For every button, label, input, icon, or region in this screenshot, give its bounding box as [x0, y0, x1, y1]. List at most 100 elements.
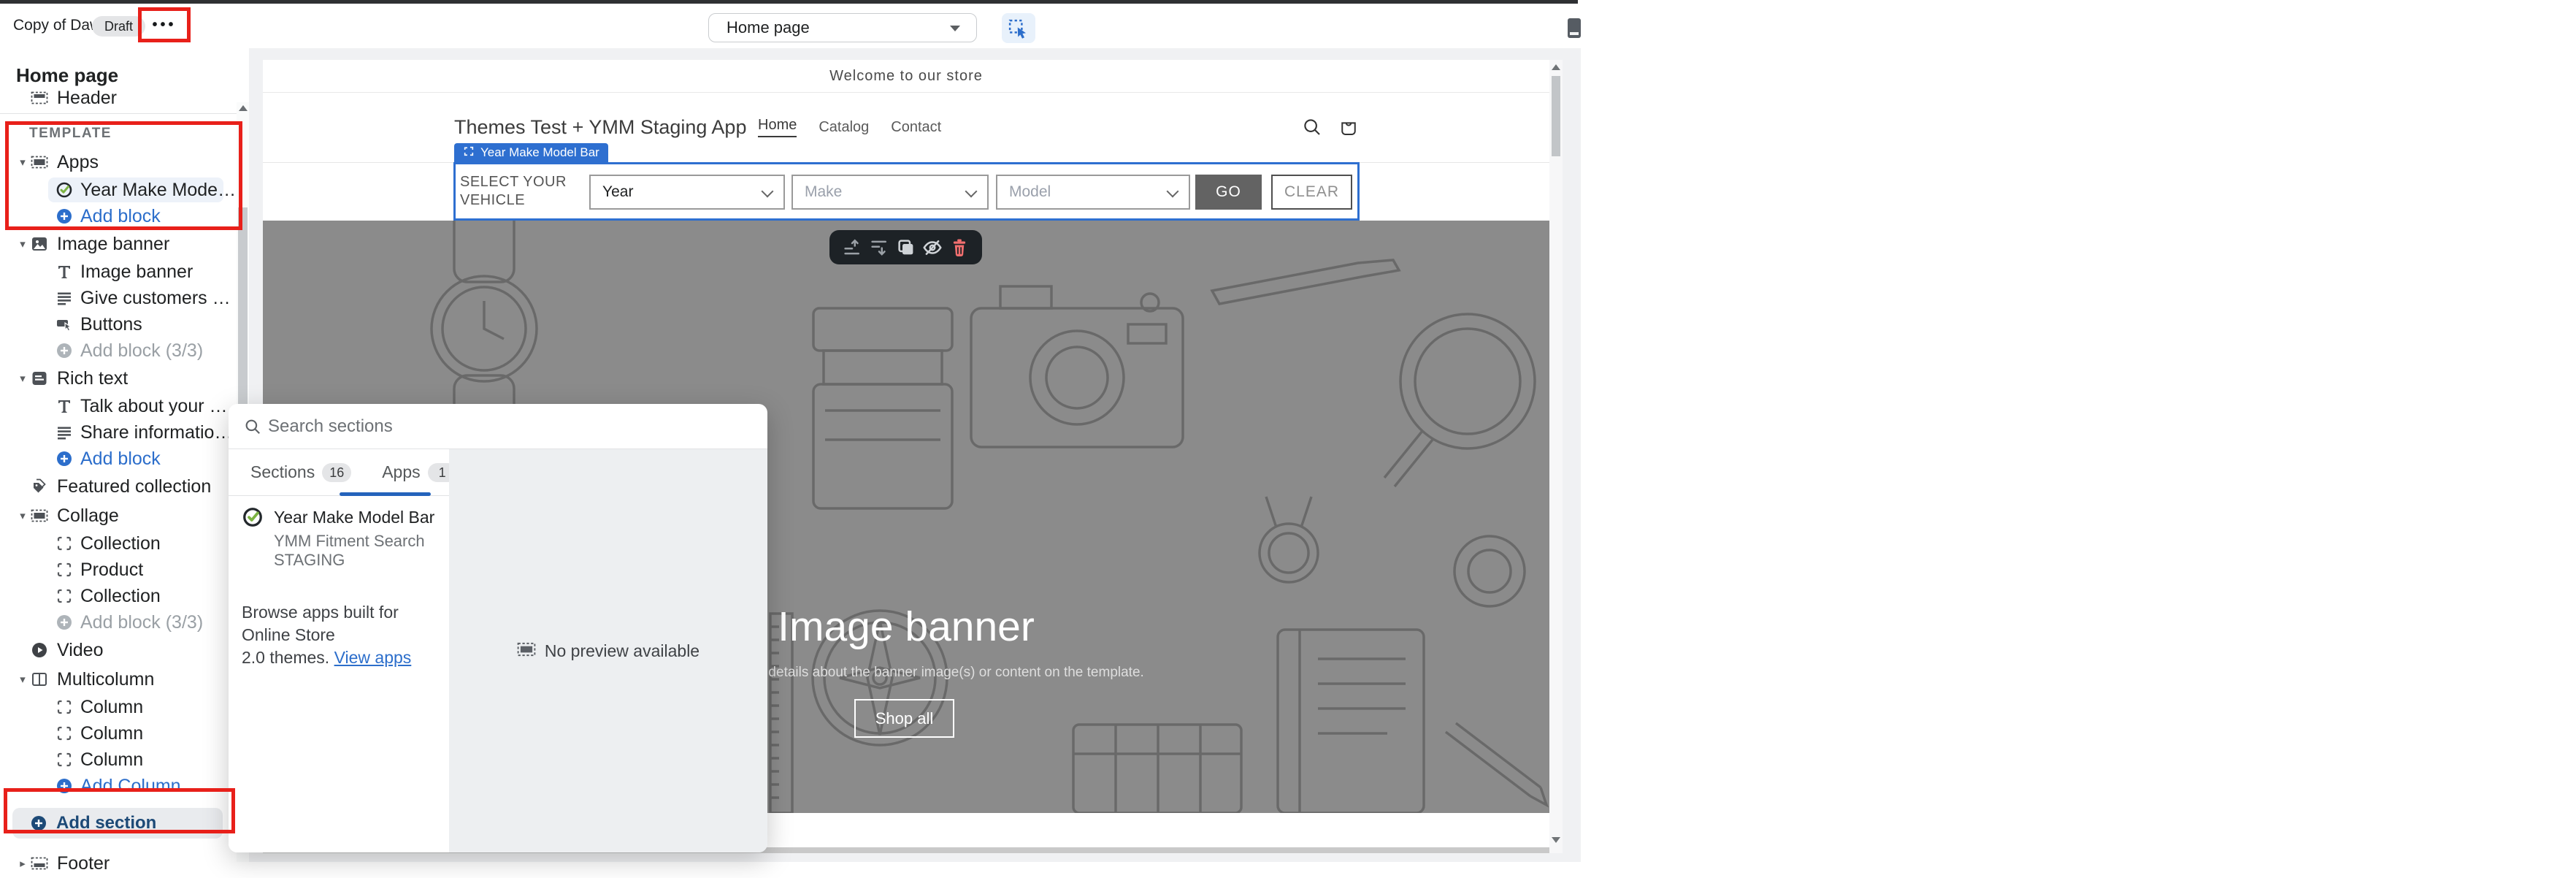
- view-apps-link[interactable]: View apps: [334, 648, 412, 667]
- go-button[interactable]: GO: [1195, 175, 1262, 210]
- sidebar-item-label: Rich text: [57, 368, 128, 389]
- sidebar-item-add-block-3-3[interactable]: Add block (3/3): [0, 337, 237, 364]
- sidebar-item-header[interactable]: Header: [0, 83, 237, 112]
- sidebar-item-column[interactable]: Column: [0, 720, 237, 747]
- browse-apps-text: Browse apps built for Online Store 2.0 t…: [242, 601, 440, 669]
- search-icon[interactable]: [1299, 114, 1325, 140]
- shop-all-button[interactable]: Shop all: [854, 699, 954, 738]
- sidebar-item-label: Image banner: [57, 234, 169, 255]
- sidebar-item-label: Talk about your brand: [80, 396, 237, 417]
- tag-icon: [31, 478, 48, 495]
- announcement-bar[interactable]: Welcome to our store: [263, 60, 1549, 93]
- tab-label: Sections: [250, 462, 315, 482]
- sidebar-item-footer[interactable]: ▸ Footer: [0, 849, 237, 878]
- text-t-icon: [55, 397, 73, 415]
- sidebar-item-label: Image banner: [80, 262, 193, 283]
- no-preview-label: No preview available: [545, 641, 699, 661]
- sidebar-item-video[interactable]: Video: [0, 635, 237, 665]
- delete-trash-icon[interactable]: [948, 237, 970, 259]
- ymm-app-logo-icon: [242, 506, 264, 570]
- nav-link-home[interactable]: Home: [758, 117, 797, 137]
- move-down-icon[interactable]: [868, 237, 890, 259]
- model-select[interactable]: Model: [996, 175, 1190, 210]
- year-select[interactable]: Year: [589, 175, 785, 210]
- select-your-vehicle-label: SELECT YOUR VEHICLE: [460, 173, 567, 210]
- sidebar-item-multicolumn[interactable]: ▾Multicolumn: [0, 665, 237, 694]
- sidebar-item-label: Column: [80, 697, 143, 718]
- sidebar-item-add-block-3-3[interactable]: Add block (3/3): [0, 609, 237, 635]
- page-selector-dropdown[interactable]: Home page: [708, 13, 977, 42]
- sidebar-item-label: Featured collection: [57, 476, 211, 497]
- sidebar-item-image-banner[interactable]: ▾ Image banner: [0, 229, 237, 259]
- app-result-title: Year Make Model Bar: [274, 508, 449, 527]
- chevron-down-icon[interactable]: ▾: [15, 509, 31, 522]
- duplicate-icon[interactable]: [895, 237, 917, 259]
- sidebar-item-label: Product: [80, 560, 143, 581]
- section-picker-button[interactable]: [1002, 13, 1035, 43]
- search-sections-input[interactable]: [267, 411, 561, 442]
- annotation-box-add-section: [4, 788, 235, 833]
- popup-tabs: Sections16Apps1: [229, 449, 449, 496]
- sidebar-item-label: Footer: [57, 853, 110, 874]
- sidebar-item-featured-collection[interactable]: Featured collection: [0, 472, 237, 501]
- plus-gray-icon: [55, 342, 73, 359]
- chevron-down-icon[interactable]: ▾: [15, 237, 31, 251]
- footer-dashed-icon: [31, 855, 48, 872]
- dashed-corners-icon: [463, 145, 475, 161]
- sidebar-item-rich-text[interactable]: ▾ Rich text: [0, 364, 237, 393]
- editor-topbar: Copy of Dawn Draft ••• Home page: [0, 4, 1581, 49]
- move-up-icon[interactable]: [841, 237, 863, 259]
- section-dashed-icon: [517, 640, 536, 663]
- sidebar-item-collection[interactable]: Collection: [0, 583, 237, 609]
- tab-count-badge: 16: [322, 463, 351, 482]
- sidebar-item-share-information-about-y[interactable]: Share information about y…: [0, 419, 237, 446]
- clear-button[interactable]: CLEAR: [1271, 175, 1352, 210]
- brackets-icon: [55, 561, 73, 579]
- sidebar-item-buttons[interactable]: Buttons: [0, 311, 237, 337]
- nav-link-catalog[interactable]: Catalog: [819, 119, 869, 136]
- chevron-down-icon[interactable]: ▾: [15, 673, 31, 686]
- scroll-up-arrow-icon[interactable]: [1552, 64, 1560, 70]
- preview-scrollbar[interactable]: [1549, 60, 1563, 853]
- sidebar-item-label: Add block (3/3): [80, 612, 203, 633]
- play-icon: [31, 641, 48, 659]
- sidebar-item-give-customers-details-abo[interactable]: Give customers details abo…: [0, 285, 237, 311]
- nav-link-contact[interactable]: Contact: [891, 119, 941, 136]
- sidebar-item-add-block[interactable]: Add block: [0, 446, 237, 472]
- chevron-down-icon: [950, 26, 960, 31]
- preview-scrollbar-thumb[interactable]: [1552, 76, 1560, 156]
- app-block-badge[interactable]: Year Make Model Bar: [454, 143, 608, 162]
- sidebar-item-label: Add block: [80, 448, 161, 470]
- clipped-header-row: Header: [0, 83, 237, 113]
- make-select[interactable]: Make: [791, 175, 989, 210]
- header-dashed-icon: [31, 89, 48, 107]
- theme-editor-window: Copy of Dawn Draft ••• Home page Home pa…: [0, 0, 1581, 862]
- scroll-up-arrow-icon[interactable]: [239, 105, 248, 111]
- sidebar-item-product[interactable]: Product: [0, 557, 237, 583]
- popup-search-row[interactable]: [229, 404, 767, 449]
- ymm-app-section-selected[interactable]: SELECT YOUR VEHICLE YearMakeModel GO CLE…: [453, 162, 1360, 221]
- sidebar-item-column[interactable]: Column: [0, 747, 237, 773]
- sidebar-item-image-banner[interactable]: Image banner: [0, 259, 237, 285]
- cart-icon[interactable]: [1335, 114, 1362, 140]
- add-section-popup: Sections 16 Apps1 Year Make Model Bar YMM …: [229, 404, 767, 852]
- app-result-item[interactable]: Year Make Model Bar YMM Fitment Search S…: [229, 506, 449, 570]
- sidebar-item-label: Add block (3/3): [80, 340, 203, 362]
- brackets-icon: [55, 725, 73, 742]
- tab-apps[interactable]: Apps1: [382, 462, 456, 482]
- text-t-icon: [55, 263, 73, 280]
- active-tab-underline: [340, 492, 431, 496]
- sidebar-item-column[interactable]: Column: [0, 694, 237, 720]
- sidebar-item-collection[interactable]: Collection: [0, 530, 237, 557]
- chevron-down-icon[interactable]: ▾: [15, 372, 31, 385]
- sidebar-item-collage[interactable]: ▾Collage: [0, 501, 237, 530]
- tab-sections[interactable]: Sections 16: [250, 462, 351, 482]
- sidebar-item-label: Give customers details abo…: [80, 288, 237, 309]
- hide-eye-icon[interactable]: [921, 237, 943, 259]
- chevron-down-icon: [965, 186, 978, 198]
- sidebar-item-talk-about-your-brand[interactable]: Talk about your brand: [0, 393, 237, 419]
- annotation-box-more-button: [138, 7, 191, 42]
- chevron-right-icon[interactable]: ▸: [15, 857, 31, 870]
- scroll-down-arrow-icon[interactable]: [1552, 837, 1560, 843]
- rich-text-icon: [31, 370, 48, 387]
